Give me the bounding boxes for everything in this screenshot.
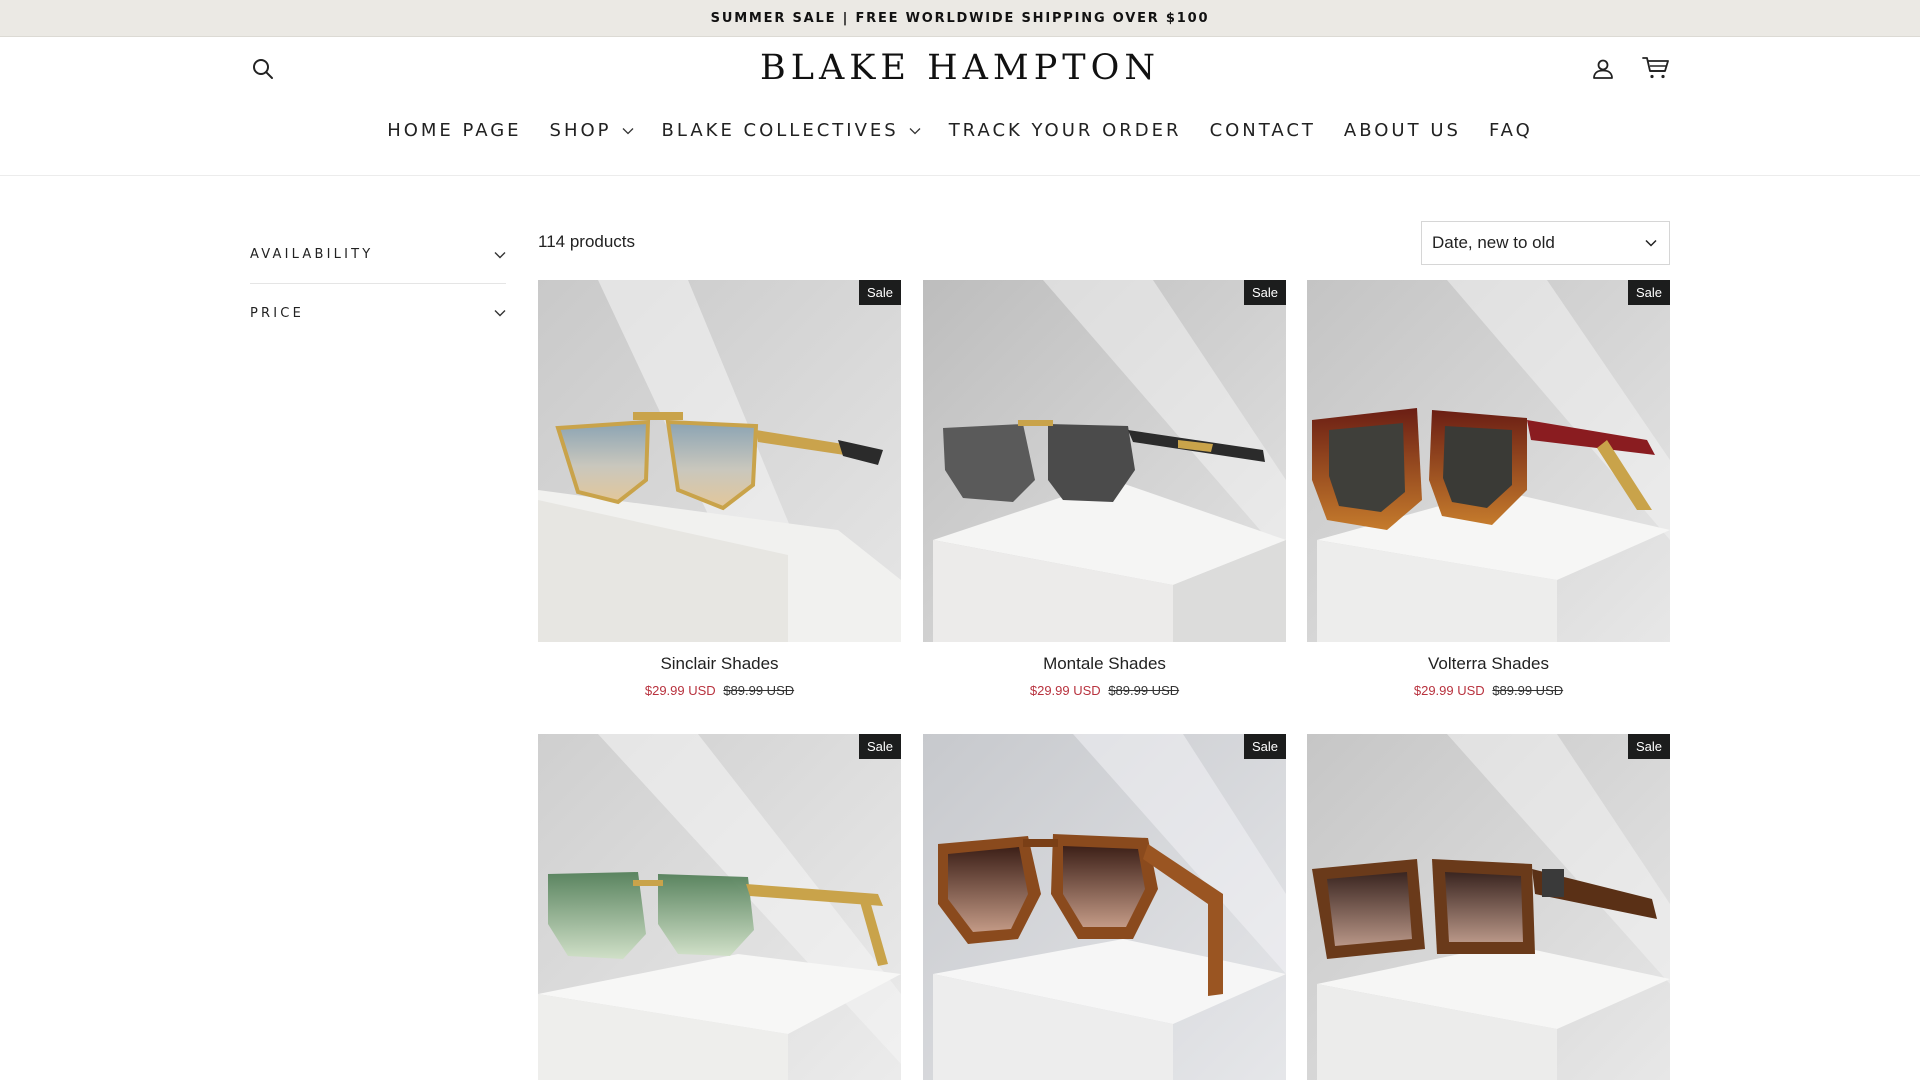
sale-badge: Sale [1243,734,1286,759]
nav-item-faq[interactable]: FAQ [1489,120,1533,141]
product-image[interactable]: Sale [923,734,1286,1080]
nav-item-label: TRACK YOUR ORDER [948,120,1182,141]
chevron-down-icon [909,127,921,134]
product-price: $29.99 USD $89.99 USD [538,683,901,698]
product-card[interactable]: Sale [923,734,1286,1080]
nav-item-home-page[interactable]: HOME PAGE [387,120,521,141]
product-image[interactable]: Sale [923,280,1286,642]
sale-badge: Sale [1243,280,1286,305]
sale-price: $29.99 USD [1413,683,1485,698]
product-image[interactable]: Sale [1307,734,1670,1080]
filter-price[interactable]: PRICE [250,284,506,342]
nav-item-about-us[interactable]: ABOUT US [1344,120,1461,141]
nav-item-label: SHOP [549,120,612,141]
product-price: $29.99 USD $89.99 USD [923,683,1286,698]
product-image[interactable]: Sale [538,280,901,642]
chevron-down-icon [494,251,506,258]
chevron-down-icon [494,310,506,317]
product-title[interactable]: Sinclair Shades [538,654,901,674]
site-header: BLAKE HAMPTON HOME PAGE SHOP BLAKE COLLE… [0,38,1920,176]
nav-item-track-your-order[interactable]: TRACK YOUR ORDER [949,120,1182,141]
product-image[interactable]: Sale [538,734,901,1080]
nav-item-contact[interactable]: CONTACT [1210,120,1316,141]
sale-badge: Sale [858,280,901,305]
announcement-text: SUMMER SALE | FREE WORLDWIDE SHIPPING OV… [710,10,1210,26]
cart-icon[interactable] [1640,52,1672,84]
sale-price: $29.99 USD [644,683,716,698]
product-card[interactable]: Sale [1307,734,1670,1080]
filter-sidebar: AVAILABILITY PRICE [250,226,506,342]
product-count: 114 products [538,232,636,251]
main-nav: HOME PAGE SHOP BLAKE COLLECTIVES TRACK Y… [0,120,1920,141]
product-card[interactable]: Sale [538,734,901,1080]
nav-item-label: BLAKE COLLECTIVES [661,120,899,141]
original-price: $89.99 USD [1492,683,1564,698]
product-image[interactable]: Sale [1307,280,1670,642]
nav-item-label: HOME PAGE [387,120,522,141]
sale-badge: Sale [858,734,901,759]
site-logo[interactable]: BLAKE HAMPTON [0,48,1920,88]
product-price: $29.99 USD $89.99 USD [1307,683,1670,698]
filter-label: AVAILABILITY [250,247,374,262]
sort-selected-value: Date, new to old [1432,233,1555,252]
sort-select[interactable]: Date, new to old [1421,221,1670,265]
sale-price: $29.99 USD [1029,683,1101,698]
filter-availability[interactable]: AVAILABILITY [250,226,506,284]
product-card[interactable]: Sale Montale Shades $29.99 USD $89.99 US… [923,280,1286,698]
sale-badge: Sale [1627,734,1670,759]
filter-label: PRICE [250,305,304,321]
original-price: $89.99 USD [1108,683,1180,698]
nav-item-label: FAQ [1488,120,1533,141]
nav-item-shop[interactable]: SHOP [550,120,634,141]
product-card[interactable]: Sale Sinclair Shades $29.99 USD $89.99 U… [538,280,901,698]
chevron-down-icon [622,127,633,134]
product-title[interactable]: Volterra Shades [1307,654,1670,674]
nav-item-label: ABOUT US [1343,120,1461,141]
product-title[interactable]: Montale Shades [923,654,1286,674]
original-price: $89.99 USD [723,683,795,698]
sale-badge: Sale [1627,280,1670,305]
nav-item-label: CONTACT [1209,120,1316,141]
announcement-bar: SUMMER SALE | FREE WORLDWIDE SHIPPING OV… [0,0,1920,37]
account-icon[interactable] [1588,54,1618,84]
chevron-down-icon [1645,239,1657,247]
product-card[interactable]: Sale Volterra Shades $29.99 USD $89.99 U… [1307,280,1670,698]
nav-item-blake-collectives[interactable]: BLAKE COLLECTIVES [662,120,921,141]
